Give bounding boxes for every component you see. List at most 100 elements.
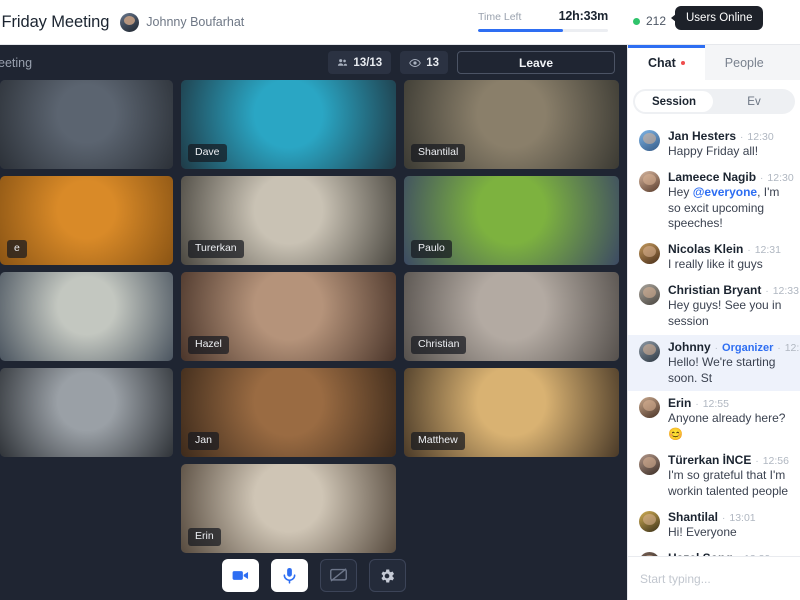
avatar: [639, 551, 660, 556]
participant-video: [0, 80, 173, 169]
tab-label: Chat: [648, 55, 676, 70]
separator: ·: [722, 512, 726, 524]
tab-chat[interactable]: Chat: [628, 45, 705, 80]
chat-message-text: I really like it guys: [668, 257, 763, 272]
settings-button[interactable]: [368, 559, 406, 592]
avatar: [639, 510, 660, 532]
chat-message-body: Türerkan İNCE · 12:56 I'm so grateful that …: [668, 453, 790, 500]
separator: ·: [777, 342, 781, 354]
chat-message: Türerkan İNCE · 12:56 I'm so grateful that …: [628, 448, 800, 505]
screen-share-button[interactable]: [319, 559, 357, 592]
chat-message-author: Nicolas Klein: [668, 242, 744, 257]
separator: ·: [765, 286, 769, 298]
chat-message-text: Hey guys! See you in session: [668, 298, 782, 328]
chat-scope-toggle: Session Ev: [628, 80, 800, 122]
leave-button[interactable]: Leave: [457, 51, 615, 74]
viewers-count-pill[interactable]: 13: [400, 51, 448, 74]
time-left-value: 12h:33m: [558, 9, 609, 23]
participant-tile[interactable]: Paulo: [404, 176, 619, 265]
chat-message-header: Shantilal · 13:01: [668, 510, 756, 524]
time-left-label: Time Left: [478, 11, 522, 23]
tab-label: People: [724, 55, 764, 70]
chat-message: Nicolas Klein · 12:31 I really like it guys: [628, 237, 800, 278]
chat-message-header: Johnny·Organizer·12:34: [668, 340, 800, 354]
participant-tile[interactable]: Jan: [181, 368, 396, 457]
mention-token[interactable]: @everyone: [693, 185, 757, 199]
participant-name-label: Turerkan: [188, 239, 244, 258]
avatar: [639, 340, 660, 362]
participant-tile[interactable]: Erin: [181, 464, 396, 553]
chat-message-header: Christian Bryant · 12:33: [668, 283, 799, 298]
chat-message-body: Johnny·Organizer·12:34Hello! We're start…: [668, 340, 800, 387]
participant-tile[interactable]: [0, 272, 173, 361]
segment-session[interactable]: Session: [635, 91, 713, 112]
chat-message: Christian Bryant · 12:33 Hey guys! See you …: [628, 278, 800, 335]
participant-tile[interactable]: Shantilal: [404, 80, 619, 169]
chat-message-header: Lameece Nagib · 12:30: [668, 170, 794, 184]
chat-message-text: Hey @everyone, I'm so excit upcoming spe…: [668, 184, 780, 231]
screen-share-off-icon: [329, 568, 347, 582]
participant-name-label: Shantilal: [411, 143, 466, 162]
users-online-indicator[interactable]: 212: [633, 14, 666, 28]
participant-tile[interactable]: Matthew: [404, 368, 619, 457]
avatar: [639, 130, 660, 151]
chat-input[interactable]: [640, 571, 788, 586]
tab-people[interactable]: People: [704, 45, 784, 80]
participant-tile[interactable]: Hazel: [181, 272, 396, 361]
chat-message-body: Shantilal · 13:01 Hi! Everyone: [668, 510, 756, 541]
page-title: n Friday Meeting: [0, 12, 110, 31]
avatar: [639, 243, 660, 265]
main-layout: eeting 13/13 13 Leave Dave Shantilal e T…: [0, 45, 800, 600]
video-stage: eeting 13/13 13 Leave Dave Shantilal e T…: [0, 45, 627, 600]
participant-tile[interactable]: Turerkan: [181, 176, 396, 265]
chat-message-body: Christian Bryant · 12:33 Hey guys! See you …: [668, 283, 799, 330]
chat-message-timestamp: 12:33: [772, 285, 799, 298]
chat-message-timestamp: 12:31: [754, 244, 781, 257]
time-left-progress-fill: [478, 29, 563, 32]
chat-message-timestamp: 12:55: [702, 398, 729, 411]
chat-message: Lameece Nagib · 12:30 Hey @everyone, I'm so…: [628, 165, 800, 237]
breadcrumb: eeting: [0, 55, 33, 70]
participant-tile[interactable]: Christian: [404, 272, 619, 361]
camera-button[interactable]: [221, 559, 259, 592]
participant-tile[interactable]: [0, 368, 173, 457]
avatar: [639, 284, 660, 306]
host-name: Johnny Boufarhat: [146, 15, 245, 29]
status-badge: Organizer: [722, 341, 774, 354]
chat-message-header: Jan Hesters · 12:30: [668, 129, 774, 143]
participant-name-label: Matthew: [411, 431, 465, 450]
users-online-tooltip: Users Online: [670, 6, 764, 30]
separator: ·: [695, 399, 699, 411]
participant-name-label: Erin: [188, 527, 221, 546]
participant-name-label: e: [7, 239, 27, 258]
chat-message: Erin · 12:55 Anyone already here? 😊: [628, 391, 800, 448]
avatar: [639, 170, 660, 192]
avatar: [639, 397, 660, 419]
chat-composer[interactable]: [628, 556, 800, 600]
chat-message-list[interactable]: Jan Hesters · 12:30 Happy Friday all! Lameec…: [628, 122, 800, 556]
side-panel: Chat People Pol SessionEv Jan Hesters·12:3…: [627, 45, 800, 600]
camera-icon: [232, 571, 248, 580]
chat-message: Jan Hesters · 12:30 Happy Friday all!: [628, 124, 800, 165]
chat-message: Hazel Song·13:39Yay!: [628, 546, 800, 556]
online-status-dot: [633, 17, 640, 25]
chat-message-body: Nicolas Klein · 12:31 I really like it guys: [668, 242, 781, 273]
chat-message: Shantilal · 13:01 Hi! Everyone: [628, 505, 800, 546]
tab-pol[interactable]: Pol: [783, 45, 800, 80]
chat-message-text: Happy Friday all!: [668, 144, 759, 158]
participant-tile[interactable]: e: [0, 176, 173, 265]
chat-message-header: Nicolas Klein · 12:31: [668, 242, 781, 256]
avatar: [639, 454, 660, 476]
participant-tile[interactable]: Dave: [181, 80, 396, 169]
separator: ·: [740, 132, 744, 143]
gear-icon: [381, 568, 395, 583]
microphone-button[interactable]: [270, 559, 308, 592]
chat-message-timestamp: 12:34: [784, 341, 800, 354]
chat-message-text: Hi! Everyone: [668, 524, 737, 539]
chat-message-body: Jan Hesters · 12:30 Happy Friday all!: [668, 129, 774, 160]
participants-count-pill[interactable]: 13/13: [328, 51, 392, 74]
participant-video: [0, 368, 173, 457]
segment-ev[interactable]: Ev: [715, 91, 793, 112]
time-left-progress-track: [478, 29, 608, 32]
participant-tile[interactable]: [0, 80, 173, 169]
